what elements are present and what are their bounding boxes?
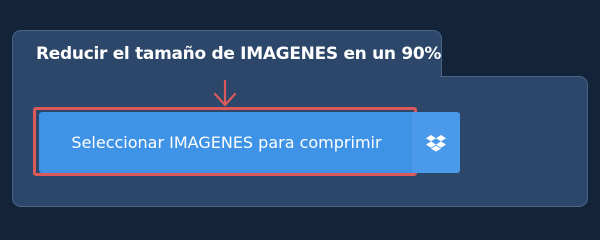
select-images-label: Seleccionar IMAGENES para comprimir (71, 133, 382, 152)
uploader-title: Reducir el tamaño de IMAGENES en un 90% (36, 44, 442, 64)
dropbox-button[interactable] (412, 112, 460, 173)
dropbox-icon (426, 134, 446, 152)
select-images-button[interactable]: Seleccionar IMAGENES para comprimir (39, 112, 414, 173)
arrow-down-icon (213, 80, 237, 107)
